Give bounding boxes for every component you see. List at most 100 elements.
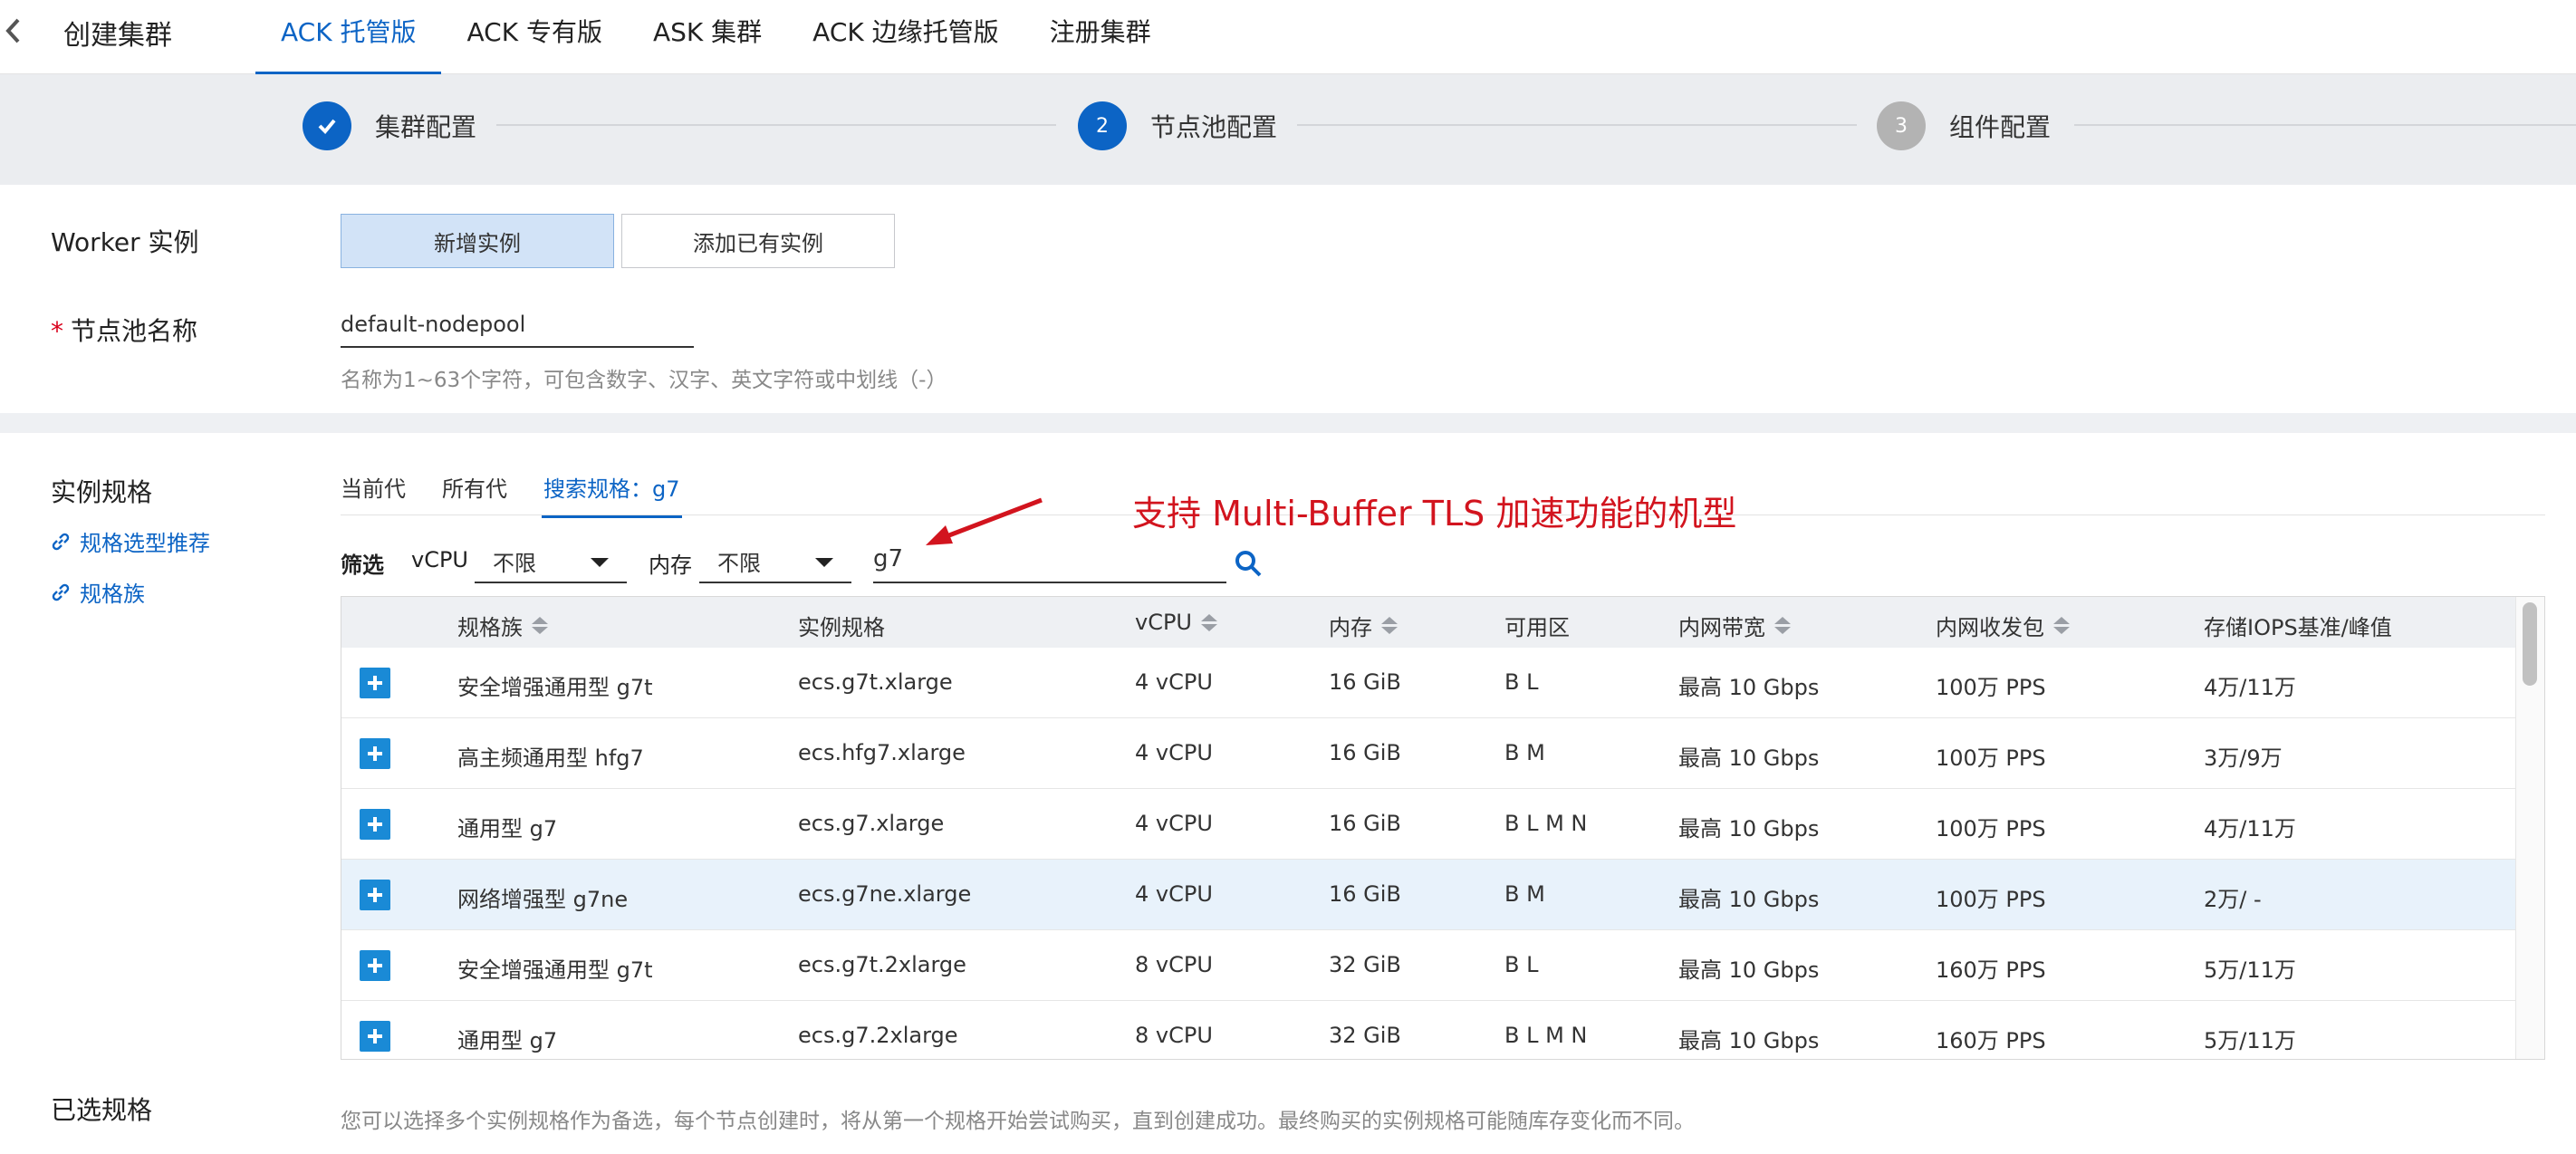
add-spec-button[interactable] <box>360 1021 390 1052</box>
add-spec-button[interactable] <box>360 950 390 981</box>
cell-iops: 4万/11万 <box>2204 675 2296 700</box>
cell-bandwidth: 最高 10 Gbps <box>1678 675 1820 700</box>
nodepool-name-input[interactable]: default-nodepool <box>341 306 694 348</box>
tab-ack-managed[interactable]: ACK 托管版 <box>255 0 442 75</box>
column-label: vCPU <box>1135 610 1192 635</box>
back-button[interactable] <box>0 11 27 51</box>
table-row[interactable]: 通用型 g7 ecs.g7.xlarge 4 vCPU 16 GiB B L M… <box>341 789 2515 860</box>
column-label: 内存 <box>1329 615 1372 640</box>
spec-recommend-link[interactable]: 规格选型推荐 <box>51 525 210 557</box>
memory-select[interactable]: 不限 <box>699 538 851 583</box>
link-label: 规格族 <box>80 582 145 607</box>
spec-search-input[interactable]: g7 <box>873 538 1226 583</box>
cell-spec: ecs.g7t.2xlarge <box>798 952 966 977</box>
step-nodepool-config: 2 节点池配置 <box>1078 101 1277 150</box>
cell-memory: 16 GiB <box>1329 881 1401 907</box>
subtab-all-gen[interactable]: 所有代 <box>442 467 507 516</box>
scrollbar-thumb[interactable] <box>2523 602 2537 686</box>
cell-spec: ecs.g7t.xlarge <box>798 669 953 695</box>
caret-down-icon <box>591 558 609 567</box>
search-icon[interactable] <box>1234 549 1263 578</box>
cell-bandwidth: 最高 10 Gbps <box>1678 887 1820 912</box>
memory-filter-label: 内存 <box>649 553 692 578</box>
subtab-current-gen[interactable]: 当前代 <box>341 467 406 516</box>
new-instance-option[interactable]: 新增实例 <box>341 214 614 268</box>
cluster-type-tabs: ACK 托管版 ACK 专有版 ASK 集群 ACK 边缘托管版 注册集群 <box>255 0 1177 75</box>
cell-pps: 160万 PPS <box>1936 1028 2046 1053</box>
add-spec-button[interactable] <box>360 809 390 840</box>
cell-zone: B L M N <box>1504 811 1588 836</box>
subtab-search-spec[interactable]: 搜索规格：g7 <box>542 467 682 518</box>
nodepool-name-hint: 名称为1~63个字符，可包含数字、汉字、英文字符或中划线（-） <box>341 369 947 392</box>
sort-icon <box>2053 617 2070 634</box>
step-connector <box>1297 124 1857 126</box>
col-iops: 存储IOPS基准/峰值 <box>2204 610 2392 641</box>
link-label: 规格选型推荐 <box>80 531 210 556</box>
col-zone: 可用区 <box>1504 610 1570 641</box>
plus-icon <box>368 746 382 761</box>
table-row[interactable]: 安全增强通用型 g7t ecs.g7t.2xlarge 8 vCPU 32 Gi… <box>341 930 2515 1001</box>
cell-iops: 5万/11万 <box>2204 1028 2296 1053</box>
table-row[interactable]: 安全增强通用型 g7t ecs.g7t.xlarge 4 vCPU 16 GiB… <box>341 648 2515 718</box>
check-icon <box>303 101 351 150</box>
plus-icon <box>368 817 382 832</box>
col-pps[interactable]: 内网收发包 <box>1936 610 2070 641</box>
step-connector <box>2074 124 2576 126</box>
cell-memory: 32 GiB <box>1329 1023 1401 1048</box>
cell-family: 安全增强通用型 g7t <box>457 675 653 700</box>
chevron-left-icon <box>5 18 20 43</box>
sort-icon <box>532 617 548 634</box>
column-label: 实例规格 <box>798 615 885 640</box>
caret-down-icon <box>815 558 833 567</box>
cell-zone: B L <box>1504 669 1539 695</box>
step-label: 组件配置 <box>1949 112 2052 142</box>
tab-ack-dedicated[interactable]: ACK 专有版 <box>441 0 627 74</box>
cell-vcpu: 4 vCPU <box>1135 881 1213 907</box>
table-row[interactable]: 高主频通用型 hfg7 ecs.hfg7.xlarge 4 vCPU 16 Gi… <box>341 718 2515 789</box>
add-spec-button[interactable] <box>360 668 390 698</box>
col-family[interactable]: 规格族 <box>457 610 548 641</box>
cell-iops: 3万/9万 <box>2204 745 2283 771</box>
cell-pps: 100万 PPS <box>1936 675 2046 700</box>
col-spec: 实例规格 <box>798 610 885 641</box>
cell-bandwidth: 最高 10 Gbps <box>1678 816 1820 841</box>
column-label: 可用区 <box>1504 615 1570 640</box>
tab-register-cluster[interactable]: 注册集群 <box>1024 0 1177 74</box>
spec-family-link[interactable]: 规格族 <box>51 576 145 608</box>
cell-pps: 100万 PPS <box>1936 887 2046 912</box>
cell-pps: 160万 PPS <box>1936 957 2046 983</box>
annotation-text: 支持 Multi-Buffer TLS 加速功能的机型 <box>1132 494 1737 534</box>
sort-icon <box>1381 617 1398 634</box>
col-memory[interactable]: 内存 <box>1329 610 1398 641</box>
memory-select-value: 不限 <box>717 551 761 576</box>
wizard-steps: 集群配置 2 节点池配置 3 组件配置 <box>0 74 2576 185</box>
add-spec-button[interactable] <box>360 738 390 769</box>
plus-icon <box>368 958 382 973</box>
cell-zone: B M <box>1504 740 1545 765</box>
cell-vcpu: 4 vCPU <box>1135 811 1213 836</box>
cell-bandwidth: 最高 10 Gbps <box>1678 957 1820 983</box>
cell-family: 通用型 g7 <box>457 816 558 841</box>
col-bandwidth[interactable]: 内网带宽 <box>1678 610 1791 641</box>
tab-ask[interactable]: ASK 集群 <box>628 0 787 74</box>
table-row-highlighted[interactable]: 网络增强型 g7ne ecs.g7ne.xlarge 4 vCPU 16 GiB… <box>341 860 2515 930</box>
existing-instance-option[interactable]: 添加已有实例 <box>621 214 895 268</box>
col-vcpu[interactable]: vCPU <box>1135 610 1217 635</box>
cell-spec: ecs.g7.2xlarge <box>798 1023 958 1048</box>
spec-subtabs: 当前代 所有代 搜索规格：g7 <box>341 467 716 518</box>
cell-family: 高主频通用型 hfg7 <box>457 745 644 771</box>
table-row[interactable]: 通用型 g7 ecs.g7.2xlarge 8 vCPU 32 GiB B L … <box>341 1001 2515 1059</box>
instance-spec-label: 实例规格 <box>51 477 153 507</box>
plus-icon <box>368 1029 382 1043</box>
cell-family: 安全增强通用型 g7t <box>457 957 653 983</box>
tab-ack-edge[interactable]: ACK 边缘托管版 <box>787 0 1024 74</box>
cell-family: 网络增强型 g7ne <box>457 887 629 912</box>
vcpu-select-value: 不限 <box>493 551 536 576</box>
cell-iops: 4万/11万 <box>2204 816 2296 841</box>
table-scrollbar[interactable] <box>2515 597 2544 1059</box>
nodepool-name-text: 节点池名称 <box>71 316 198 346</box>
plus-icon <box>368 888 382 902</box>
table-header: 规格族 实例规格 vCPU 内存 可用区 内网带宽 内网收发包 存储IOPS基准… <box>341 597 2515 648</box>
vcpu-select[interactable]: 不限 <box>475 538 627 583</box>
add-spec-button[interactable] <box>360 880 390 910</box>
